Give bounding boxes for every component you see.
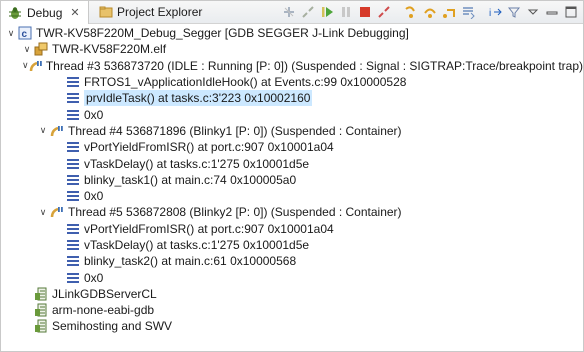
launch-label: TWR-KV58F220M_Debug_Segger [GDB SEGGER J…: [36, 26, 409, 41]
c-launch-icon: c: [17, 25, 33, 41]
process-label: arm-none-eabi-gdb: [52, 303, 155, 318]
tree-row-process[interactable]: arm-none-eabi-gdb: [1, 302, 583, 318]
thread-suspended-icon: [49, 123, 65, 139]
stack-frame-icon: [65, 188, 81, 204]
view-toolbar: i: [278, 2, 579, 22]
tree-row-frame[interactable]: 0x0: [1, 106, 583, 122]
tab-project-explorer-label: Project Explorer: [117, 5, 203, 19]
tab-project-explorer[interactable]: Project Explorer: [93, 1, 203, 23]
toolbar-separator: [478, 3, 484, 21]
toolbar-separator: [394, 3, 400, 21]
tree-row-frame[interactable]: blinky_task1() at main.c:74 0x100005a0: [1, 172, 583, 188]
resume-icon[interactable]: [318, 3, 335, 21]
disconnect-icon[interactable]: [375, 3, 392, 21]
process-icon: [33, 41, 49, 57]
stack-frame-icon: [65, 74, 81, 90]
collapse-chevron-icon[interactable]: ∨: [37, 123, 49, 139]
frame-label: vTaskDelay() at tasks.c:1'275 0x10001d5e: [84, 238, 310, 252]
tree-row-frame[interactable]: 0x0: [1, 188, 583, 204]
tree-row-frame[interactable]: 0x0: [1, 269, 583, 285]
frame-label: blinky_task2() at main.c:61 0x10000568: [84, 254, 297, 269]
connect-icon[interactable]: [299, 3, 316, 21]
tree-row-process[interactable]: JLinkGDBServerCL: [1, 286, 583, 302]
thread-suspended-icon: [29, 58, 43, 74]
frame-label: 0x0: [84, 270, 104, 285]
stack-frame-icon: [65, 270, 81, 286]
collapse-chevron-icon[interactable]: ∨: [21, 41, 33, 57]
project-explorer-icon: [99, 4, 113, 20]
collapse-chevron-icon[interactable]: ∨: [22, 58, 29, 74]
elf-label: TWR-KV58F220M.elf: [52, 42, 167, 57]
frame-label: blinky_task1() at main.c:74 0x100005a0: [84, 172, 297, 187]
collapse-chevron-icon[interactable]: ∨: [37, 204, 49, 220]
tree-row-frame[interactable]: vTaskDelay() at tasks.c:1'275 0x10001d5e: [1, 237, 583, 253]
tree-row-thread[interactable]: ∨ Thread #5 536872808 (Blinky2 [P: 0]) (…: [1, 204, 583, 220]
tab-debug-label: Debug: [27, 5, 63, 20]
frame-label: FRTOS1_vApplicationIdleHook() at Events.…: [84, 75, 407, 90]
terminate-icon[interactable]: [356, 3, 373, 21]
process-label: JLinkGDBServerCL: [52, 286, 157, 301]
tree-row-launch[interactable]: ∨ c TWR-KV58F220M_Debug_Segger [GDB SEGG…: [1, 25, 583, 41]
close-icon[interactable]: ✕: [70, 6, 79, 19]
tree-row-frame[interactable]: vPortYieldFromISR() at port.c:907 0x1000…: [1, 221, 583, 237]
frame-label: prvIdleTask() at tasks.c:3'223 0x1000216…: [84, 90, 313, 107]
drop-to-frame-icon[interactable]: [459, 3, 476, 21]
stack-frame-icon: [65, 90, 81, 106]
tree-row-frame-selected[interactable]: prvIdleTask() at tasks.c:3'223 0x1000216…: [1, 90, 583, 107]
tab-debug[interactable]: Debug ✕: [1, 1, 89, 24]
frame-label: vPortYieldFromISR() at port.c:907 0x1000…: [84, 140, 334, 155]
debug-bug-icon: [7, 5, 23, 21]
view-menu-icon[interactable]: [524, 3, 541, 21]
collapse-chevron-icon[interactable]: ∨: [5, 25, 17, 41]
svg-text:i: i: [489, 8, 491, 19]
frame-label: vTaskDelay() at tasks.c:1'275 0x10001d5e: [84, 156, 310, 171]
tree-row-thread[interactable]: ∨ Thread #3 536873720 (IDLE : Running [P…: [1, 58, 583, 74]
process-terminal-icon: [33, 318, 49, 334]
tree-row-process[interactable]: Semihosting and SWV: [1, 318, 583, 334]
step-over-icon[interactable]: [421, 3, 438, 21]
tab-bar: Debug ✕ Project Explorer i: [1, 1, 583, 24]
svg-text:c: c: [22, 29, 28, 40]
tree-row-thread[interactable]: ∨ Thread #4 536871896 (Blinky1 [P: 0]) (…: [1, 123, 583, 139]
step-into-icon[interactable]: [402, 3, 419, 21]
process-terminal-icon: [33, 286, 49, 302]
thread-suspended-icon: [49, 204, 65, 220]
debug-tree: ∨ c TWR-KV58F220M_Debug_Segger [GDB SEGG…: [1, 25, 583, 335]
frame-label: 0x0: [84, 189, 104, 204]
process-terminal-icon: [33, 302, 49, 318]
stack-frame-icon: [65, 221, 81, 237]
stack-frame-icon: [65, 139, 81, 155]
frame-label: vPortYieldFromISR() at port.c:907 0x1000…: [84, 221, 334, 236]
tree-row-frame[interactable]: FRTOS1_vApplicationIdleHook() at Events.…: [1, 74, 583, 90]
stack-frame-icon: [65, 107, 81, 123]
tree-row-frame[interactable]: blinky_task2() at main.c:61 0x10000568: [1, 253, 583, 269]
instruction-stepping-icon[interactable]: i: [486, 3, 503, 21]
thread-label: Thread #4 536871896 (Blinky1 [P: 0]) (Su…: [68, 123, 402, 138]
stack-frame-icon: [65, 156, 81, 172]
tree-row-frame[interactable]: vTaskDelay() at tasks.c:1'275 0x10001d5e: [1, 155, 583, 171]
thread-label: Thread #5 536872808 (Blinky2 [P: 0]) (Su…: [68, 205, 402, 220]
frame-label: 0x0: [84, 107, 104, 122]
suspend-icon[interactable]: [337, 3, 354, 21]
stack-frame-icon: [65, 253, 81, 269]
tree-row-frame[interactable]: vPortYieldFromISR() at port.c:907 0x1000…: [1, 139, 583, 155]
debug-view: Debug ✕ Project Explorer i ∨ c TWR-KV58F…: [0, 0, 584, 352]
step-return-icon[interactable]: [440, 3, 457, 21]
stack-frame-icon: [65, 237, 81, 253]
process-label: Semihosting and SWV: [52, 319, 173, 334]
stack-frame-icon: [65, 172, 81, 188]
minimize-icon[interactable]: [543, 3, 560, 21]
thread-label: Thread #3 536873720 (IDLE : Running [P: …: [45, 58, 583, 73]
debug-filters-icon[interactable]: [505, 3, 522, 21]
maximize-icon[interactable]: [562, 3, 579, 21]
tree-row-elf[interactable]: ∨ TWR-KV58F220M.elf: [1, 41, 583, 57]
remove-terminated-icon[interactable]: [280, 3, 297, 21]
